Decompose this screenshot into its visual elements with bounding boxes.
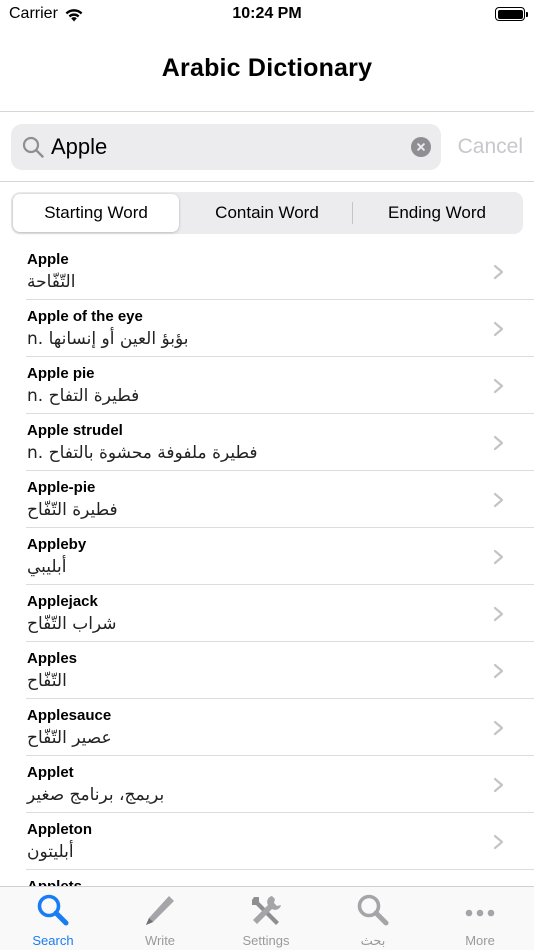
result-word: Applets [27,878,82,886]
search-icon [357,894,389,926]
tab-label: Write [144,933,176,948]
chevron-right-icon [493,549,504,565]
search-icon [37,894,69,926]
search-row: Apple Cancel [0,112,534,182]
chevron-right-icon [493,720,504,736]
search-input[interactable]: Apple [11,124,441,170]
chevron-right-icon [493,264,504,280]
tab-bar: Search Write Settings بحث More [0,886,534,950]
result-meaning: شراب التّفّاح [27,614,117,634]
search-query-text[interactable]: Apple [51,134,107,160]
results-list[interactable]: Apple التّفّاحة Apple of the eye n. بؤبؤ… [0,243,534,886]
result-meaning: عصير التّفّاح [27,728,112,748]
tab-search[interactable]: Search [0,887,106,950]
chevron-right-icon [493,492,504,508]
navigation-bar: Arabic Dictionary [0,30,534,112]
result-row[interactable]: Applesauce عصير التّفّاح [0,699,534,756]
chevron-right-icon [493,378,504,394]
pencil-icon [146,896,174,925]
result-meaning: بريمج، برنامج صغير [27,785,165,805]
result-word: Applejack [27,593,98,610]
tab-label: More [465,933,495,948]
chevron-right-icon [493,834,504,850]
result-meaning: فطيرة التّفّاح [27,500,118,520]
tab-label: Settings [242,933,290,948]
result-meaning: التّفّاح [27,671,67,691]
result-meaning: التّفّاحة [27,272,76,292]
tools-icon [252,896,281,925]
more-dots-icon [465,909,495,917]
status-time: 10:24 PM [232,5,302,22]
chevron-right-icon [493,321,504,337]
result-row[interactable]: Apple pie n. فطيرة التفاح [0,357,534,414]
tab-more[interactable]: More [427,887,533,950]
result-row[interactable]: Apple of the eye n. بؤبؤ العين أو إنسانه… [0,300,534,357]
result-meaning: n. فطيرة التفاح [27,386,140,406]
result-row[interactable]: Appleby أبليبي [0,528,534,585]
search-mode-segmented-control: Starting Word Contain Word Ending Word [11,192,523,234]
segment-starting-word[interactable]: Starting Word [13,194,179,232]
result-word: Apple-pie [27,479,96,496]
tab-arabic-search[interactable]: بحث [320,887,426,950]
tab-label: بحث [360,933,386,948]
tab-write[interactable]: Write [107,887,213,950]
result-row[interactable]: Apple strudel n. فطيرة ملفوفة محشوة بالت… [0,414,534,471]
result-word: Applesauce [27,707,112,724]
battery-icon [495,7,528,21]
result-word: Appleby [27,536,87,553]
result-row[interactable]: Apples التّفّاح [0,642,534,699]
result-word: Apple strudel [27,422,123,439]
result-row[interactable]: Apple-pie فطيرة التّفّاح [0,471,534,528]
result-meaning: أبليبي [27,557,67,577]
result-meaning: n. فطيرة ملفوفة محشوة بالتفاح [27,443,258,463]
segment-ending-word[interactable]: Ending Word [353,194,521,232]
cancel-button[interactable]: Cancel [458,135,523,159]
result-row[interactable]: Applet بريمج، برنامج صغير [0,756,534,813]
chevron-right-icon [493,435,504,451]
status-bar: Carrier 10:24 PM [0,0,534,30]
result-word: Apples [27,650,78,667]
result-meaning: أبليتون [27,842,74,862]
chevron-right-icon [493,663,504,679]
segment-contain-word[interactable]: Contain Word [183,194,351,232]
tab-label: Search [32,933,74,948]
result-row[interactable]: Apple التّفّاحة [0,243,534,300]
chevron-right-icon [493,606,504,622]
result-word: Apple pie [27,365,95,382]
clear-search-icon[interactable] [411,137,431,157]
result-row[interactable]: Applejack شراب التّفّاح [0,585,534,642]
tab-settings[interactable]: Settings [213,887,319,950]
page-title: Arabic Dictionary [161,54,373,82]
result-row[interactable]: Applets [0,870,534,886]
result-word: Apple [27,251,69,268]
chevron-right-icon [493,777,504,793]
result-row[interactable]: Appleton أبليتون [0,813,534,870]
result-word: Apple of the eye [27,308,143,325]
result-word: Appleton [27,821,92,838]
result-word: Applet [27,764,74,781]
result-meaning: n. بؤبؤ العين أو إنسانها [27,329,189,349]
search-icon [22,136,44,158]
